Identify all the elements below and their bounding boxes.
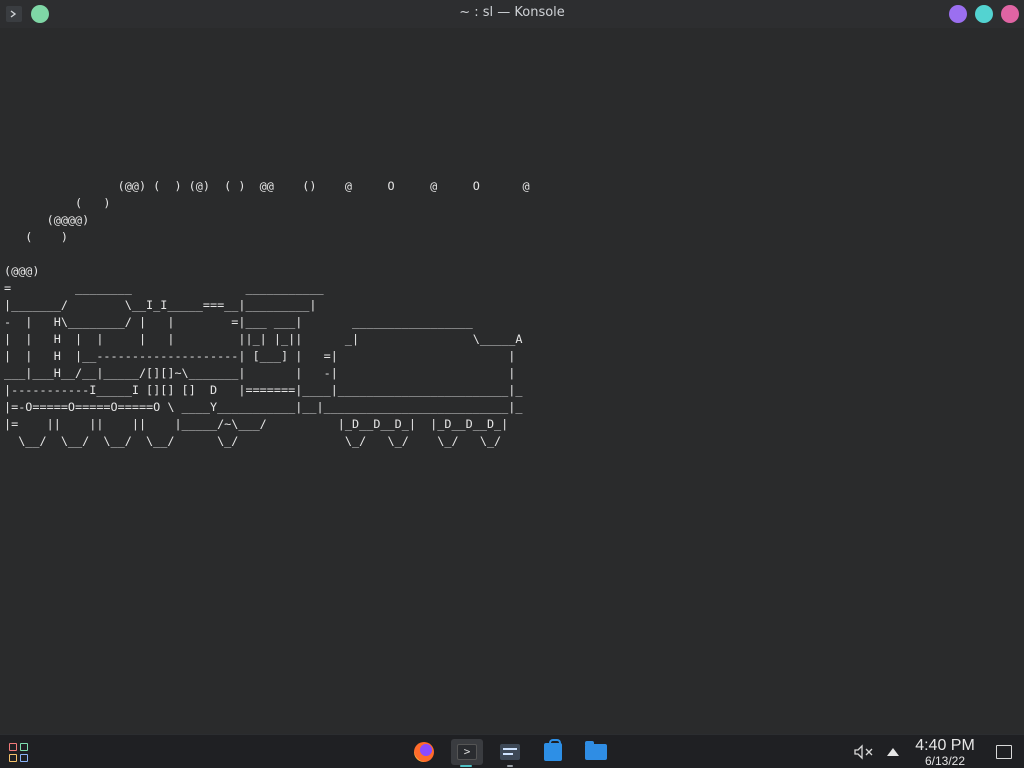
- firefox-icon: [414, 742, 434, 762]
- active-task-indicator: [460, 765, 472, 767]
- folder-icon: [585, 741, 607, 760]
- close-button[interactable]: [1001, 5, 1019, 23]
- clock-date: 6/13/22: [924, 754, 966, 768]
- firefox-task[interactable]: [410, 739, 438, 765]
- konsole-icon: >: [457, 744, 477, 760]
- store-bag-icon: [544, 739, 562, 761]
- desktop-icon: [996, 745, 1012, 759]
- discover-task[interactable]: [539, 739, 567, 765]
- konsole-task[interactable]: >: [451, 739, 483, 765]
- settings-icon: [500, 744, 520, 760]
- taskbar: > 4:40 PM 6/13/22: [0, 734, 1024, 768]
- show-desktop-button[interactable]: [990, 739, 1018, 765]
- window-title: ~ : sl — Konsole: [459, 5, 565, 20]
- chevron-up-icon: [887, 748, 899, 756]
- system-settings-task[interactable]: [496, 739, 524, 765]
- terminal-view[interactable]: (@@) ( ) (@) ( ) @@ () @ O @ O @ ( ) (@@…: [0, 28, 1024, 734]
- digital-clock[interactable]: 4:40 PM 6/13/22: [905, 737, 985, 768]
- running-task-indicator: [507, 765, 513, 767]
- clock-time: 4:40 PM: [915, 737, 975, 754]
- minimize-button[interactable]: [949, 5, 967, 23]
- tray-expander[interactable]: [879, 739, 907, 765]
- terminal-output: (@@) ( ) (@) ( ) @@ () @ O @ O @ ( ) (@@…: [4, 179, 530, 448]
- app-grid-icon: [8, 742, 28, 762]
- dolphin-task[interactable]: [582, 739, 610, 765]
- application-launcher-button[interactable]: [4, 739, 32, 765]
- volume-muted-icon: [854, 744, 873, 760]
- title-bar: ~ : sl — Konsole: [0, 0, 1024, 28]
- volume-tray[interactable]: [850, 739, 878, 765]
- maximize-button[interactable]: [975, 5, 993, 23]
